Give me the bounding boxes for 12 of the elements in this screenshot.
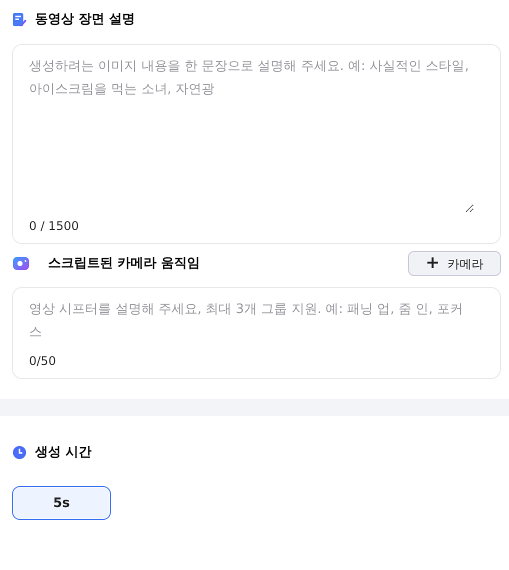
camera-motion-field[interactable]: 영상 시프터를 설명해 주세요, 최대 3개 그룹 지원. 예: 패닝 업, 줌 인, 포커스 0/50: [12, 287, 501, 379]
character-counter: 0/50: [29, 354, 57, 368]
add-camera-button[interactable]: + 카메라: [408, 250, 501, 276]
section-title: 스크립트된 카메라 움직임: [48, 255, 200, 272]
clock-icon: [12, 444, 27, 460]
section-title: 동영상 장면 설명: [35, 11, 136, 28]
character-counter: 0 / 1500: [29, 219, 80, 233]
camera-icon: [12, 254, 30, 272]
duration-option[interactable]: 5s: [12, 486, 111, 520]
scene-description-field[interactable]: 생성하려는 이미지 내용을 한 문장으로 설명해 주세요. 예: 사실적인 스타일, 아이스크림을 먹는 소녀, 자연광 0 / 1500: [12, 44, 501, 244]
section-title: 생성 시간: [35, 444, 92, 461]
edit-note-icon: [12, 12, 27, 26]
